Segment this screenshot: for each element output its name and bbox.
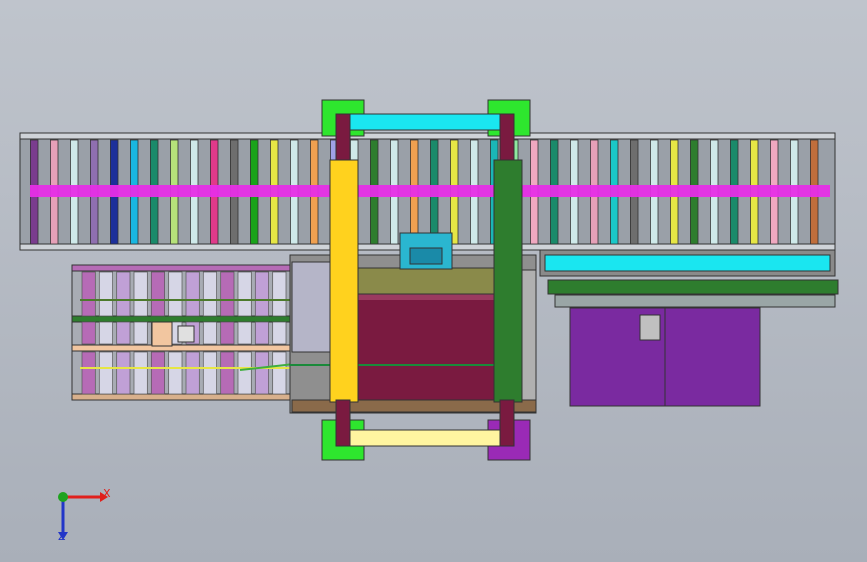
left-roller[interactable] [237,321,252,345]
left-roller[interactable] [150,271,165,317]
left-roller[interactable] [133,271,148,317]
left-roller[interactable] [81,321,96,345]
left-roller[interactable] [272,271,287,317]
axis-z-label: Z [58,530,66,543]
left-roller[interactable] [237,271,252,317]
left-roller[interactable] [272,321,287,345]
left-roller[interactable] [202,321,217,345]
top-roller-conveyor[interactable] [19,132,836,251]
left-roller[interactable] [202,271,217,317]
left-roller[interactable] [202,351,217,395]
left-roller[interactable] [185,351,200,395]
left-roller[interactable] [168,351,183,395]
cad-viewport[interactable]: X Z [0,0,867,562]
left-roller[interactable] [116,271,131,317]
left-roller[interactable] [185,271,200,317]
left-roller[interactable] [116,351,131,395]
left-roller[interactable] [168,271,183,317]
left-roller[interactable] [254,271,269,317]
right-transfer-module[interactable] [539,249,839,407]
left-roller[interactable] [133,351,148,395]
left-roller[interactable] [133,321,148,345]
left-roller[interactable] [220,271,235,317]
axis-x-label: X [103,487,111,500]
left-roller[interactable] [254,351,269,395]
left-roller[interactable] [272,351,287,395]
left-roller[interactable] [81,351,96,395]
left-roller[interactable] [98,351,113,395]
left-roller[interactable] [98,321,113,345]
left-roller[interactable] [98,271,113,317]
left-roller[interactable] [254,321,269,345]
left-roller[interactable] [220,321,235,345]
left-roller[interactable] [81,271,96,317]
machine-drawing[interactable] [0,0,867,562]
left-roller[interactable] [116,321,131,345]
left-roller[interactable] [237,351,252,395]
left-roller[interactable] [150,351,165,395]
magenta-crossbar [30,185,830,197]
left-roller[interactable] [220,351,235,395]
